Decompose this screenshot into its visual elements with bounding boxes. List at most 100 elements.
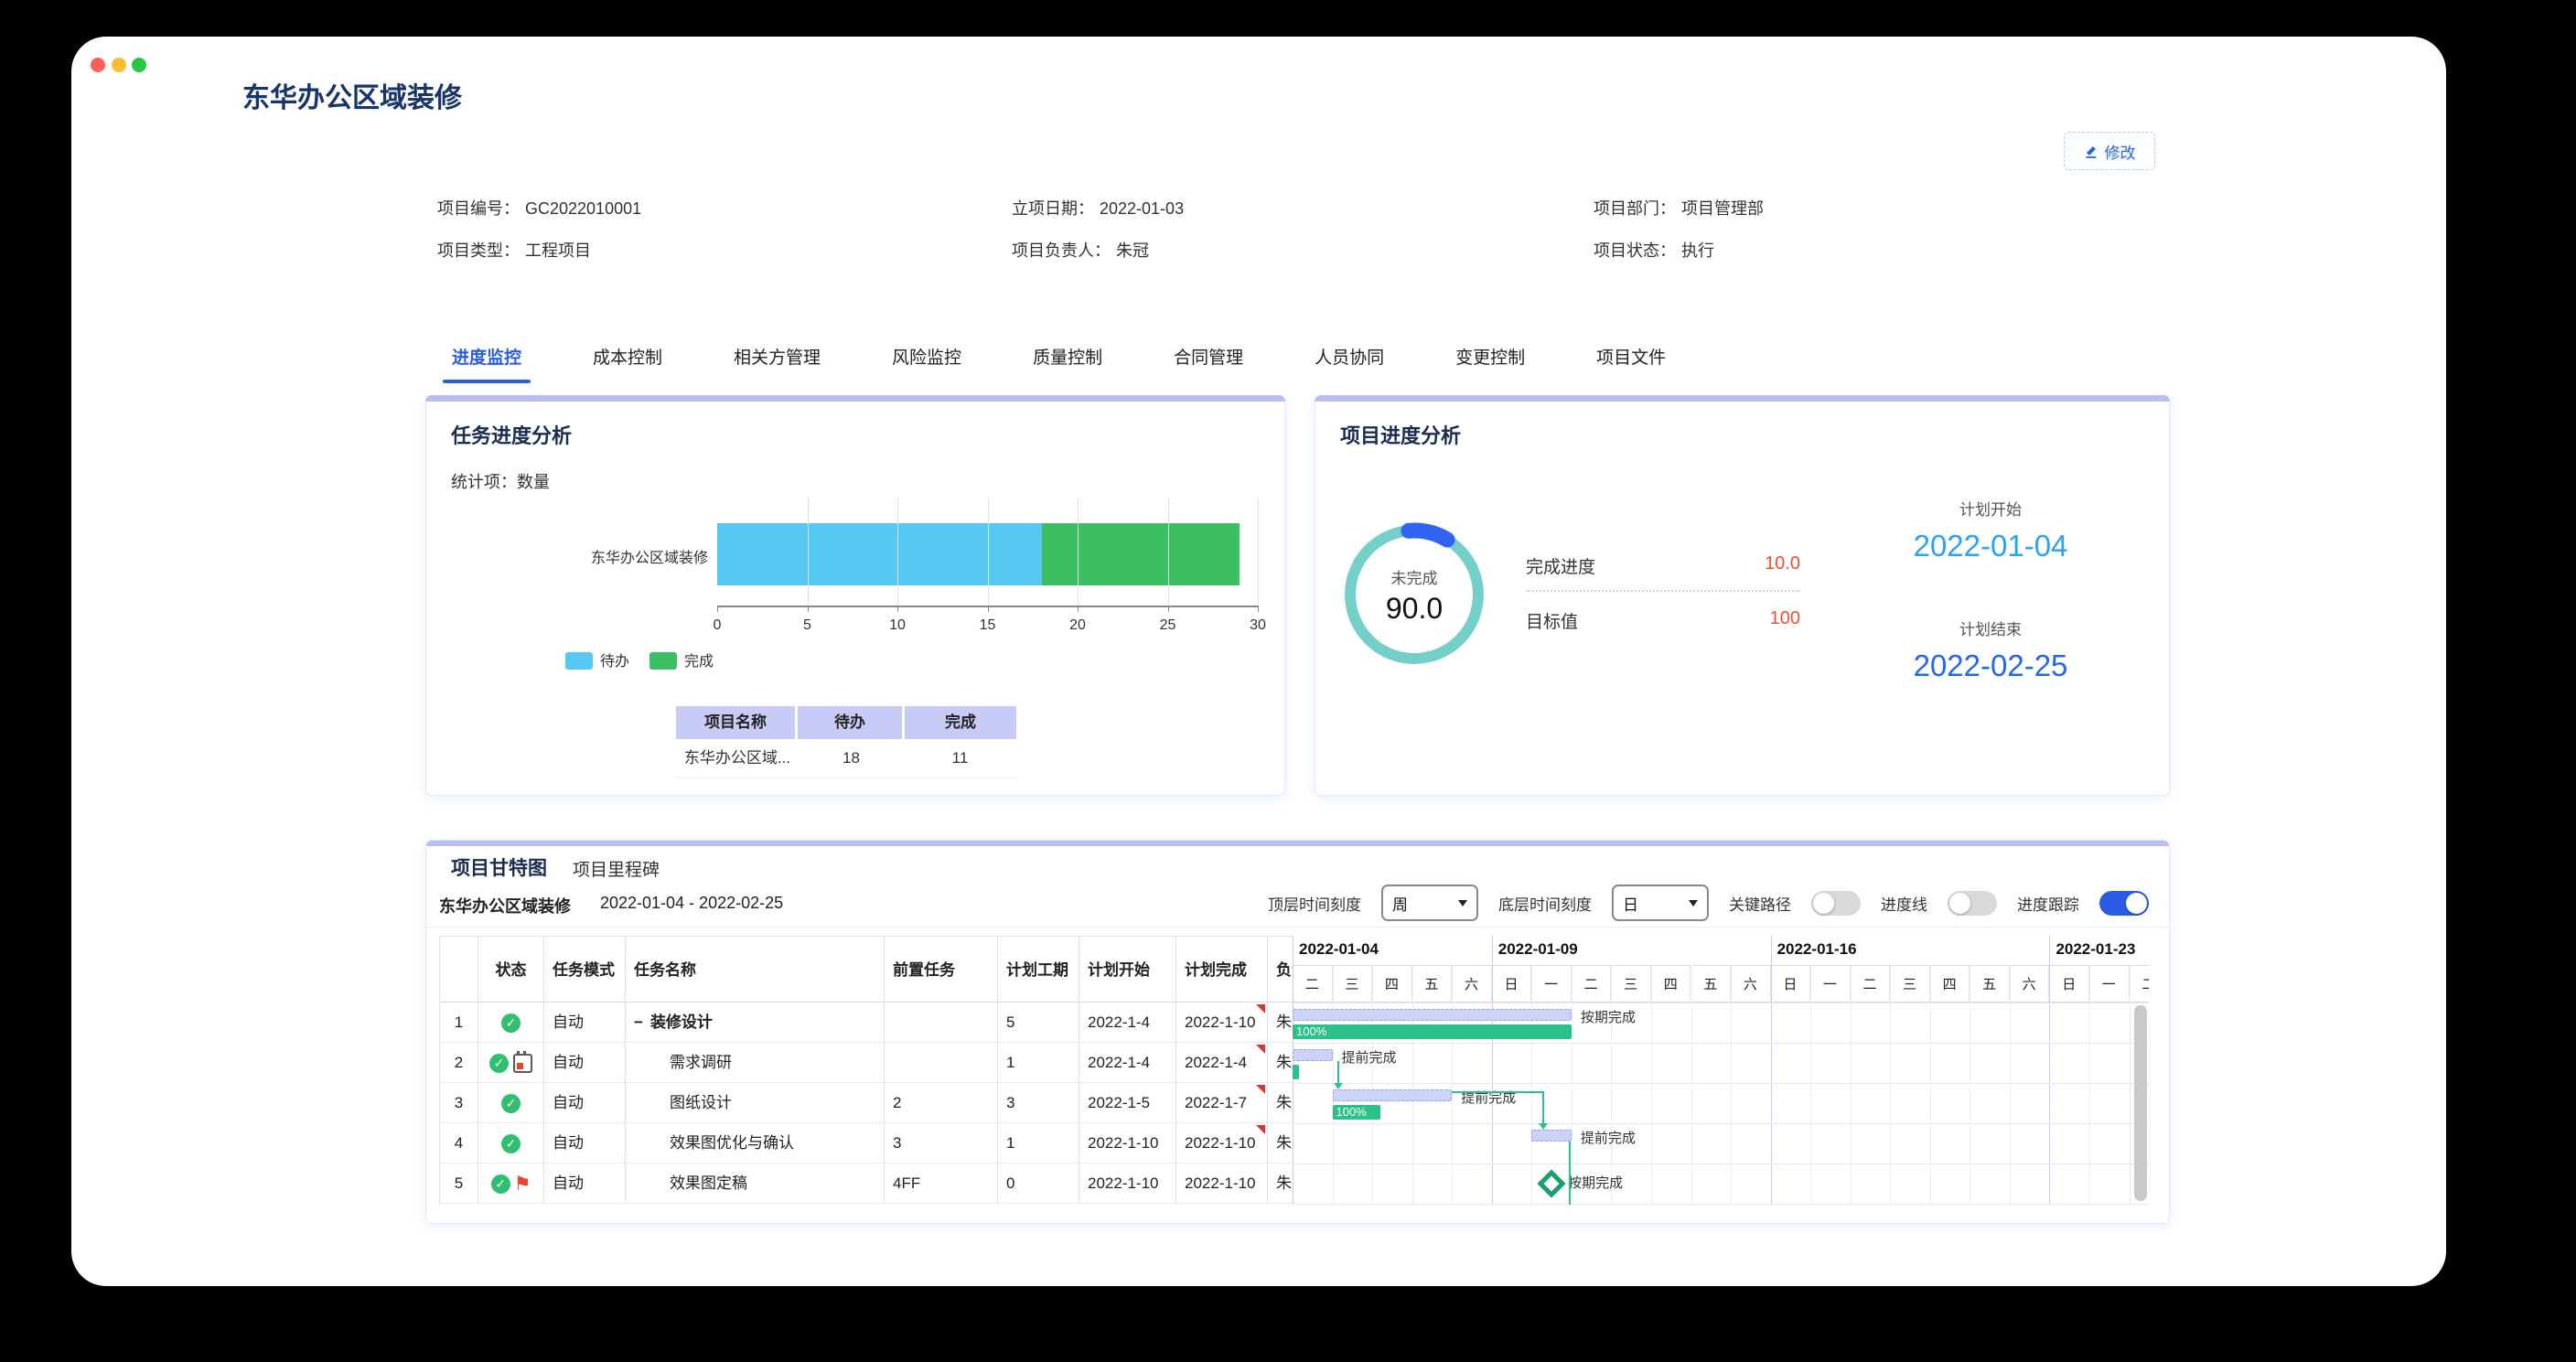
- grid-line: [2130, 965, 2131, 1205]
- bar-todo[interactable]: [717, 523, 1042, 585]
- bottom-scale-select[interactable]: 日: [1612, 885, 1709, 921]
- day-header-cell: 日: [2049, 965, 2089, 1003]
- gantt-plan-bar[interactable]: [1293, 1049, 1333, 1061]
- table-header-3: 任务名称: [626, 936, 885, 1003]
- col-project-name: 项目名称: [676, 706, 798, 739]
- note-corner-icon: [1256, 1045, 1265, 1054]
- gantt-controls: 顶层时间刻度 周 底层时间刻度 日 关键路径 进度线 进度跟踪: [1268, 885, 2149, 921]
- x-tick-label: 25: [1150, 617, 1186, 634]
- status-check-icon: ✓: [491, 1174, 510, 1194]
- tab-risk-monitor[interactable]: 风险监控: [888, 338, 965, 383]
- gantt-cell: 2022-1-10: [1079, 1123, 1176, 1164]
- zoom-window-icon[interactable]: [132, 58, 146, 72]
- gantt-cell: 自动: [544, 1123, 626, 1164]
- x-tickmark: [1078, 606, 1079, 612]
- pencil-icon: [2084, 144, 2098, 158]
- gantt-cell: 朱冠: [1268, 1123, 1293, 1164]
- gantt-plan-bar[interactable]: [1531, 1130, 1572, 1142]
- gantt-connector: [1569, 1142, 1571, 1205]
- x-tick-label: 0: [699, 617, 735, 634]
- stacked-bar-chart: 051015202530: [717, 499, 1258, 607]
- gantt-cell: ✓⚑: [478, 1164, 544, 1204]
- gantt-task-table: 状态任务模式任务名称前置任务计划工期计划开始计划完成负责人1✓自动−装修设计52…: [439, 936, 1293, 1205]
- day-header-cell: 日: [1492, 965, 1532, 1003]
- edit-button[interactable]: 修改: [2064, 132, 2155, 170]
- grid-line: [1293, 1083, 2149, 1084]
- tab-change-control[interactable]: 变更控制: [1452, 338, 1529, 383]
- grid-line: [1731, 965, 1732, 1205]
- progress-line-toggle[interactable]: [1948, 891, 1997, 916]
- tab-stakeholders[interactable]: 相关方管理: [730, 338, 824, 383]
- gantt-cell: ✓: [478, 1123, 544, 1164]
- tab-progress-monitor[interactable]: 进度监控: [448, 338, 525, 383]
- gantt-cell: 2022-1-5: [1079, 1083, 1176, 1123]
- gantt-milestone-icon[interactable]: [1538, 1169, 1566, 1197]
- gantt-cell: 0: [998, 1164, 1079, 1204]
- gantt-cell: 2022-1-4: [1176, 1043, 1268, 1083]
- critical-path-label: 关键路径: [1729, 892, 1791, 915]
- day-header-cell: 四: [1930, 965, 1970, 1003]
- completed-progress-value: 10.0: [1727, 553, 1800, 574]
- gantt-cell: 朱冠: [1268, 1083, 1293, 1123]
- gantt-cell: 1: [440, 1003, 478, 1043]
- tab-project-files[interactable]: 项目文件: [1593, 338, 1669, 383]
- gantt-tab-chart[interactable]: 项目甘特图: [451, 853, 547, 881]
- gantt-cell: 2022-1-10: [1176, 1164, 1268, 1204]
- project-progress-card: 项目进度分析 未完成 90.0 完成进度 10.0 目标值 100 计划开始 2…: [1315, 395, 2170, 796]
- col-todo: 待办: [798, 706, 905, 739]
- screen-background: 东华办公区域装修 修改 项目编号：GC2022010001 立项日期：2022-…: [0, 0, 2576, 1362]
- grid-line: [1810, 965, 1811, 1205]
- gantt-plan-bar[interactable]: [1333, 1089, 1453, 1101]
- field-owner: 项目负责人：朱冠: [1012, 238, 1149, 262]
- gantt-progress-bar[interactable]: [1293, 1065, 1299, 1079]
- x-gridline: [1168, 499, 1169, 606]
- critical-path-toggle[interactable]: [1811, 891, 1861, 916]
- gantt-cell: 自动: [544, 1043, 626, 1083]
- gantt-vscrollbar[interactable]: [2134, 1005, 2147, 1201]
- x-tick-label: 20: [1059, 617, 1096, 634]
- table-header-index: [440, 936, 478, 1003]
- grid-line: [1851, 965, 1852, 1205]
- progress-card-title: 项目进度分析: [1340, 420, 1461, 449]
- grid-line: [1691, 965, 1692, 1205]
- grid-line: [1890, 965, 1891, 1205]
- task-summary-table: 项目名称 待办 完成 东华办公区域... 18 11: [676, 706, 1016, 778]
- legend-done-swatch: [649, 652, 677, 670]
- plan-end-date: 2022-02-25: [1872, 649, 2109, 683]
- tab-staff-collab[interactable]: 人员协同: [1311, 338, 1388, 383]
- field-department: 项目部门：项目管理部: [1594, 196, 1764, 220]
- page-title: 东华办公区域装修: [242, 75, 462, 115]
- gantt-tab-milestone[interactable]: 项目里程碑: [573, 856, 660, 881]
- x-tick-label: 15: [970, 617, 1006, 634]
- day-header-cell: 六: [2010, 965, 2050, 1003]
- close-window-icon[interactable]: [91, 58, 105, 72]
- day-header-cell: 五: [1691, 965, 1732, 1003]
- gantt-status-label: 提前完成: [1581, 1128, 1636, 1147]
- collapse-icon[interactable]: −: [634, 1013, 643, 1031]
- day-header-cell: 三: [1333, 965, 1373, 1003]
- bar-done[interactable]: [1042, 523, 1240, 585]
- gantt-connector-arrow: [1334, 1083, 1343, 1089]
- tab-cost-control[interactable]: 成本控制: [589, 338, 666, 383]
- grid-line: [1930, 965, 1931, 1205]
- gantt-cell: 效果图优化与确认: [626, 1123, 885, 1164]
- top-scale-select[interactable]: 周: [1381, 885, 1478, 921]
- gantt-plan-bar[interactable]: [1293, 1009, 1572, 1021]
- x-tick-label: 10: [879, 617, 916, 634]
- gantt-progress-bar[interactable]: 100%: [1333, 1105, 1380, 1120]
- x-tickmark: [808, 606, 809, 612]
- tab-contract-mgmt[interactable]: 合同管理: [1170, 338, 1247, 383]
- gantt-connector: [1337, 1061, 1339, 1084]
- minimize-window-icon[interactable]: [112, 58, 126, 72]
- field-start-date: 立项日期：2022-01-03: [1012, 196, 1184, 220]
- app-window: 东华办公区域装修 修改 项目编号：GC2022010001 立项日期：2022-…: [71, 37, 2446, 1286]
- progress-line-label: 进度线: [1881, 892, 1927, 915]
- gantt-progress-bar[interactable]: 100%: [1293, 1024, 1572, 1039]
- day-header-cell: 五: [1970, 965, 2010, 1003]
- progress-track-toggle[interactable]: [2099, 891, 2149, 916]
- gantt-card: 项目甘特图 项目里程碑 东华办公区域装修 2022-01-04 - 2022-0…: [425, 840, 2170, 1224]
- target-label: 目标值: [1526, 608, 1578, 633]
- day-header-cell: 三: [1611, 965, 1651, 1003]
- tab-quality-control[interactable]: 质量控制: [1029, 338, 1106, 383]
- task-card-title: 任务进度分析: [451, 420, 572, 449]
